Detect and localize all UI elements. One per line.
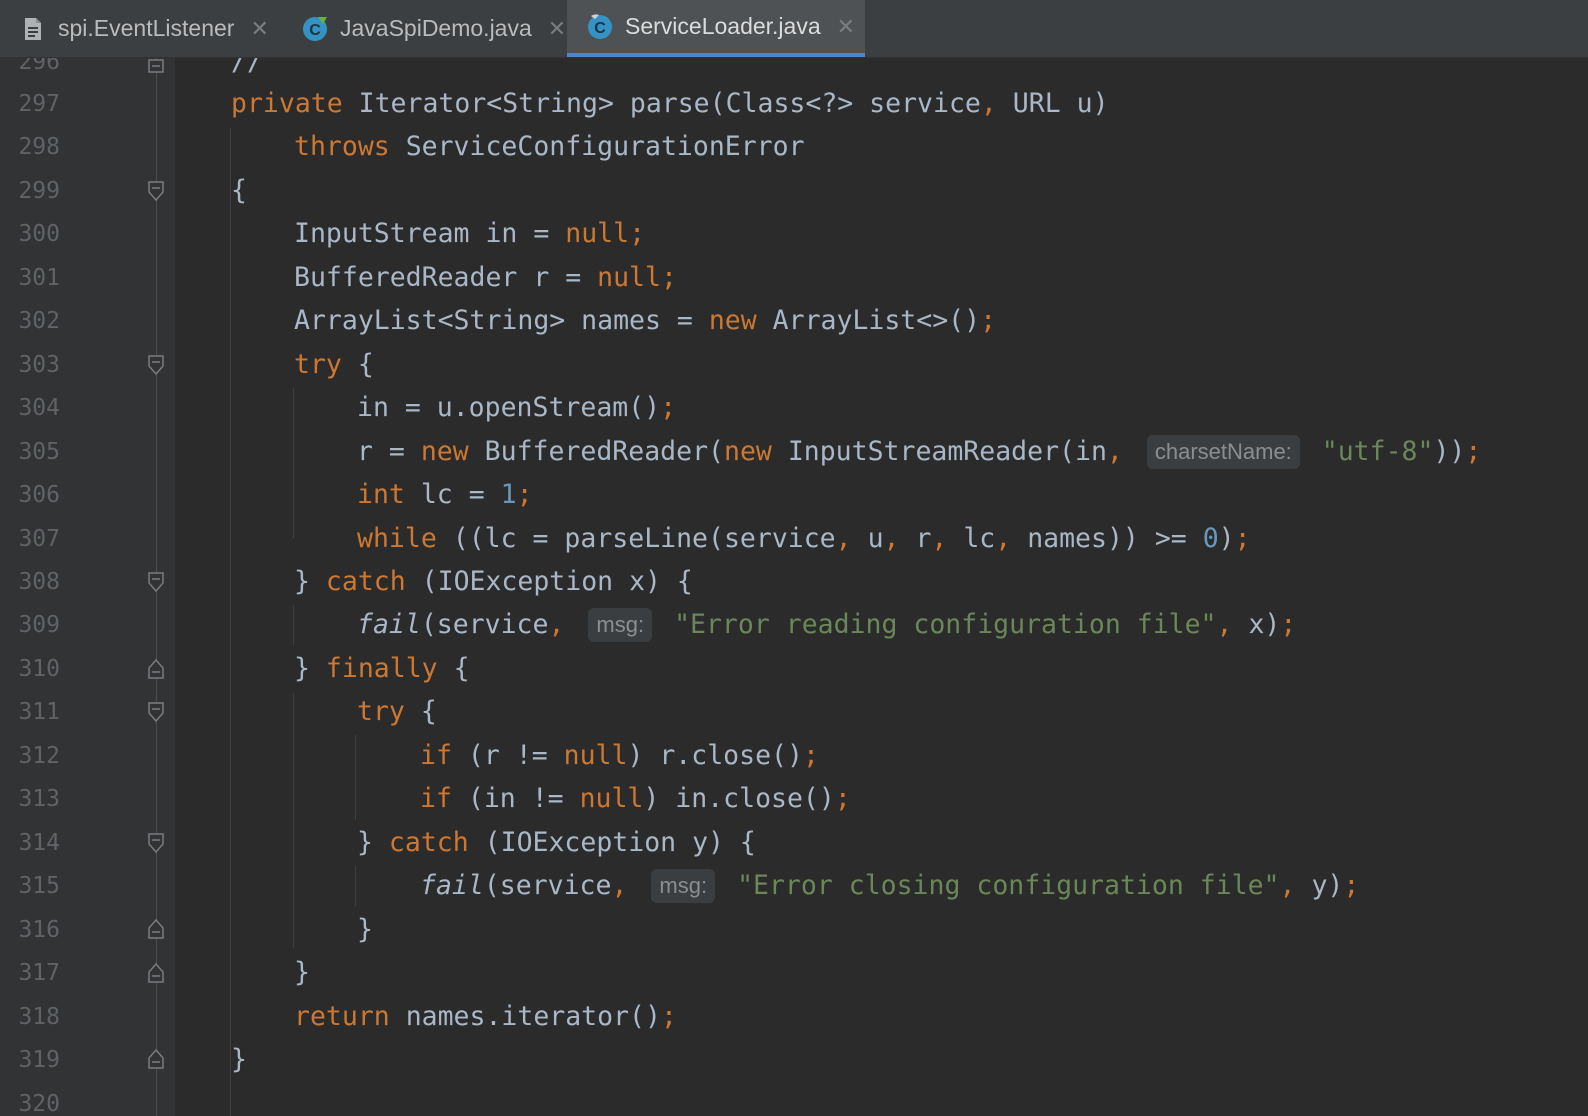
fold-end-icon[interactable] <box>147 962 165 984</box>
line-number: 304 <box>18 395 60 421</box>
code-line-296: // <box>231 58 263 77</box>
fold-start-icon[interactable] <box>147 832 165 854</box>
svg-text:C: C <box>594 20 606 37</box>
line-number: 297 <box>18 91 60 117</box>
line-number: 299 <box>18 178 60 204</box>
code-line-304: in = u.openStream(); <box>357 392 677 423</box>
svg-text:C: C <box>309 22 321 39</box>
line-number: 316 <box>18 917 60 943</box>
line-number: 314 <box>18 830 60 856</box>
fold-end-icon[interactable] <box>147 658 165 680</box>
fold-start-icon[interactable] <box>147 180 165 202</box>
code-line-301: BufferedReader r = null; <box>294 262 677 293</box>
line-number: 308 <box>18 569 60 595</box>
code-line-305: r = new BufferedReader(new InputStreamRe… <box>357 435 1482 469</box>
code-line-316: } <box>357 914 373 945</box>
text-file-icon <box>20 16 46 42</box>
code-line-315: fail(service, msg: "Error closing config… <box>420 869 1360 903</box>
code-line-318: return names.iterator(); <box>294 1001 677 1032</box>
code-line-297: private Iterator<String> parse(Class<?> … <box>231 88 1109 119</box>
code-line-308: } catch (IOException x) { <box>294 566 693 597</box>
java-class-icon: C <box>587 13 613 40</box>
indent-guide <box>293 605 294 645</box>
tab-serviceloader[interactable]: C ServiceLoader.java ✕ <box>567 0 865 57</box>
fold-end-icon[interactable] <box>147 1048 165 1070</box>
tab-javaspidemo[interactable]: C JavaSpiDemo.java ✕ <box>282 0 567 57</box>
code-editor[interactable]: 296 297 298 299 300 301 302 303 304 305 … <box>0 58 1588 1116</box>
line-number: 315 <box>18 873 60 899</box>
fold-start-icon[interactable] <box>147 701 165 723</box>
line-number: 309 <box>18 612 60 638</box>
line-number: 310 <box>18 656 60 682</box>
fold-end-icon[interactable] <box>147 58 165 74</box>
code-line-314: } catch (IOException y) { <box>357 827 756 858</box>
code-line-300: InputStream in = null; <box>294 218 646 249</box>
tab-label: ServiceLoader.java <box>625 13 821 39</box>
line-number: 319 <box>18 1047 60 1073</box>
code-line-307: while ((lc = parseLine(service, u, r, lc… <box>357 523 1251 554</box>
line-number: 312 <box>18 743 60 769</box>
line-number: 311 <box>18 699 60 725</box>
param-hint: charsetName: <box>1146 435 1300 469</box>
line-number: 298 <box>18 134 60 160</box>
code-line-309: fail(service, msg: "Error reading config… <box>357 608 1297 642</box>
line-number: 313 <box>18 786 60 812</box>
tab-label: JavaSpiDemo.java <box>340 15 532 41</box>
fold-start-icon[interactable] <box>147 354 165 376</box>
indent-guide <box>355 735 356 820</box>
code-line-298: throws ServiceConfigurationError <box>294 131 805 162</box>
code-line-311: try { <box>357 696 437 727</box>
fold-end-icon[interactable] <box>147 918 165 940</box>
line-number: 296 <box>18 58 60 75</box>
code-line-299: { <box>231 175 247 206</box>
close-icon[interactable]: ✕ <box>837 14 855 40</box>
param-hint: msg: <box>651 869 716 903</box>
code-line-306: int lc = 1; <box>357 479 533 510</box>
indent-guide <box>230 128 231 1116</box>
tab-label: spi.EventListener <box>58 15 235 41</box>
code-line-312: if (r != null) r.close(); <box>420 740 819 771</box>
line-number: 317 <box>18 960 60 986</box>
line-number: 301 <box>18 265 60 291</box>
code-line-310: } finally { <box>294 653 470 684</box>
indent-guide <box>355 866 356 906</box>
line-number: 320 <box>18 1091 60 1116</box>
line-number: 305 <box>18 439 60 465</box>
indent-guide <box>293 388 294 538</box>
fold-start-icon[interactable] <box>147 571 165 593</box>
line-number: 300 <box>18 221 60 247</box>
tab-spi-eventlistener[interactable]: spi.EventListener ✕ <box>0 0 282 57</box>
param-hint: msg: <box>588 608 653 642</box>
code-line-319: } <box>231 1044 247 1075</box>
editor-tab-bar: spi.EventListener ✕ C JavaSpiDemo.java ✕… <box>0 0 1588 58</box>
line-number: 306 <box>18 482 60 508</box>
line-number: 303 <box>18 352 60 378</box>
close-icon[interactable]: ✕ <box>250 16 268 42</box>
code-line-302: ArrayList<String> names = new ArrayList<… <box>294 305 997 336</box>
java-class-icon: C <box>302 16 328 42</box>
code-line-313: if (in != null) in.close(); <box>420 783 851 814</box>
close-icon[interactable]: ✕ <box>548 16 566 42</box>
indent-guide <box>293 693 294 948</box>
line-number: 318 <box>18 1004 60 1030</box>
code-line-317: } <box>294 957 310 988</box>
line-number: 307 <box>18 526 60 552</box>
line-number: 302 <box>18 308 60 334</box>
code-line-303: try { <box>294 349 374 380</box>
